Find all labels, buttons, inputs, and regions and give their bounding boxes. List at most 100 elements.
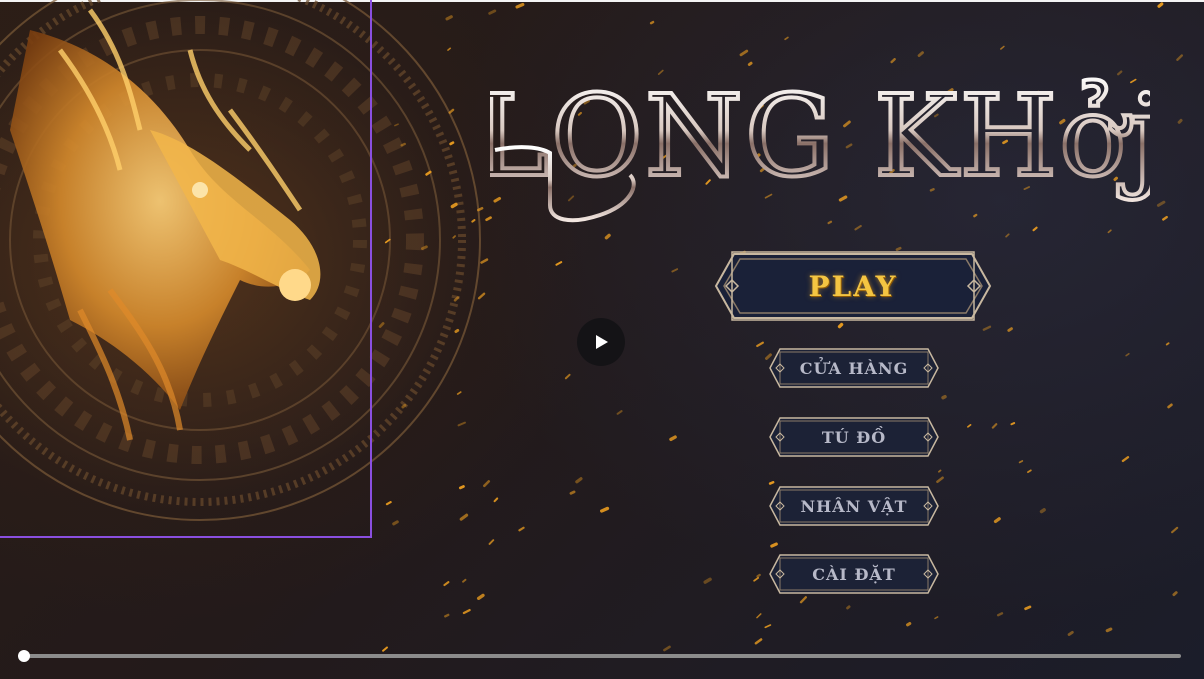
ember: [1018, 460, 1024, 464]
ember: [493, 497, 499, 503]
ember: [1105, 627, 1113, 633]
game-logo-text: LONG KHởj: [490, 72, 1150, 202]
ember: [1176, 54, 1183, 61]
ember: [1000, 45, 1005, 50]
ember: [1171, 526, 1179, 534]
ember: [444, 613, 450, 618]
ember: [941, 394, 947, 400]
ember: [756, 613, 762, 619]
video-progress-handle[interactable]: [18, 650, 30, 662]
ember: [1005, 233, 1010, 238]
ember: [854, 224, 862, 231]
ember: [936, 476, 944, 484]
ember: [1007, 327, 1013, 332]
ember: [462, 578, 467, 583]
shop-button-label: CỬA HÀNG: [799, 358, 909, 378]
ember: [515, 2, 525, 9]
ember: [1027, 469, 1032, 474]
ember: [703, 577, 712, 584]
ember: [784, 36, 789, 41]
ember: [604, 233, 611, 240]
ember: [1156, 200, 1166, 207]
ember: [447, 47, 452, 51]
ember: [837, 322, 844, 329]
inventory-button[interactable]: TÚ ĐỒ: [768, 415, 940, 459]
ember: [1177, 118, 1183, 124]
ember: [443, 581, 450, 587]
ember: [459, 513, 469, 521]
ember: [488, 539, 495, 545]
video-progress-bar[interactable]: [24, 654, 1181, 658]
ember: [671, 268, 679, 273]
ember: [471, 219, 476, 223]
ember: [384, 238, 391, 244]
ember: [846, 605, 851, 610]
character-button-label: NHÂN VẬT: [800, 496, 908, 516]
ember: [993, 517, 1001, 524]
ember: [425, 170, 432, 176]
ember: [488, 9, 497, 15]
game-main-menu: LONG KHởj PLAY CỬA HÀNG TÚ ĐỒ NHÂN VẬT C…: [0, 0, 1204, 679]
ember: [555, 261, 563, 266]
ember: [934, 616, 939, 620]
ember: [1162, 215, 1168, 221]
ember: [1024, 605, 1032, 611]
ember: [454, 328, 460, 334]
ember: [1107, 229, 1112, 234]
ember: [753, 577, 760, 582]
ember: [448, 108, 455, 114]
ember: [575, 477, 583, 484]
play-icon: [596, 335, 608, 349]
ember: [456, 391, 462, 395]
ember: [770, 542, 778, 548]
ember: [1157, 2, 1164, 8]
ember: [754, 638, 763, 645]
ember: [1010, 422, 1016, 426]
play-button[interactable]: PLAY: [712, 248, 994, 324]
ember: [450, 202, 458, 209]
ember: [458, 485, 465, 490]
ember: [663, 645, 671, 652]
ember: [1032, 226, 1038, 232]
ember: [669, 435, 677, 442]
video-play-button[interactable]: [577, 318, 625, 366]
ember: [600, 506, 610, 513]
ember: [564, 373, 571, 380]
ember: [569, 490, 576, 495]
ember: [1039, 508, 1046, 514]
ember: [756, 573, 761, 578]
settings-button-label: CÀI ĐẶT: [812, 564, 896, 584]
ember: [996, 612, 1004, 617]
ember: [756, 341, 764, 348]
ember: [982, 325, 992, 331]
game-logo: LONG KHởj: [490, 55, 1150, 225]
ember: [483, 480, 491, 488]
ember: [385, 501, 392, 506]
ember: [477, 206, 484, 212]
ember: [1125, 352, 1130, 357]
ember: [938, 469, 942, 473]
ember: [967, 423, 972, 428]
shop-button[interactable]: CỬA HÀNG: [768, 346, 940, 390]
ember: [616, 410, 623, 415]
ember: [649, 20, 655, 25]
ember: [421, 245, 428, 250]
ember: [1167, 403, 1173, 409]
ember: [477, 292, 486, 300]
ember: [453, 296, 460, 302]
ember: [518, 526, 525, 532]
ember: [394, 123, 399, 127]
ember: [449, 141, 455, 146]
ember: [906, 621, 912, 627]
ember: [392, 520, 399, 526]
ember: [445, 15, 453, 21]
ember: [799, 596, 807, 604]
character-button[interactable]: NHÂN VẬT: [768, 484, 940, 528]
ember: [476, 593, 485, 600]
ember: [401, 403, 407, 409]
settings-button[interactable]: CÀI ĐẶT: [768, 552, 940, 596]
ember: [1165, 342, 1170, 346]
ember: [764, 624, 772, 629]
ember: [991, 423, 998, 429]
ember: [382, 646, 388, 652]
